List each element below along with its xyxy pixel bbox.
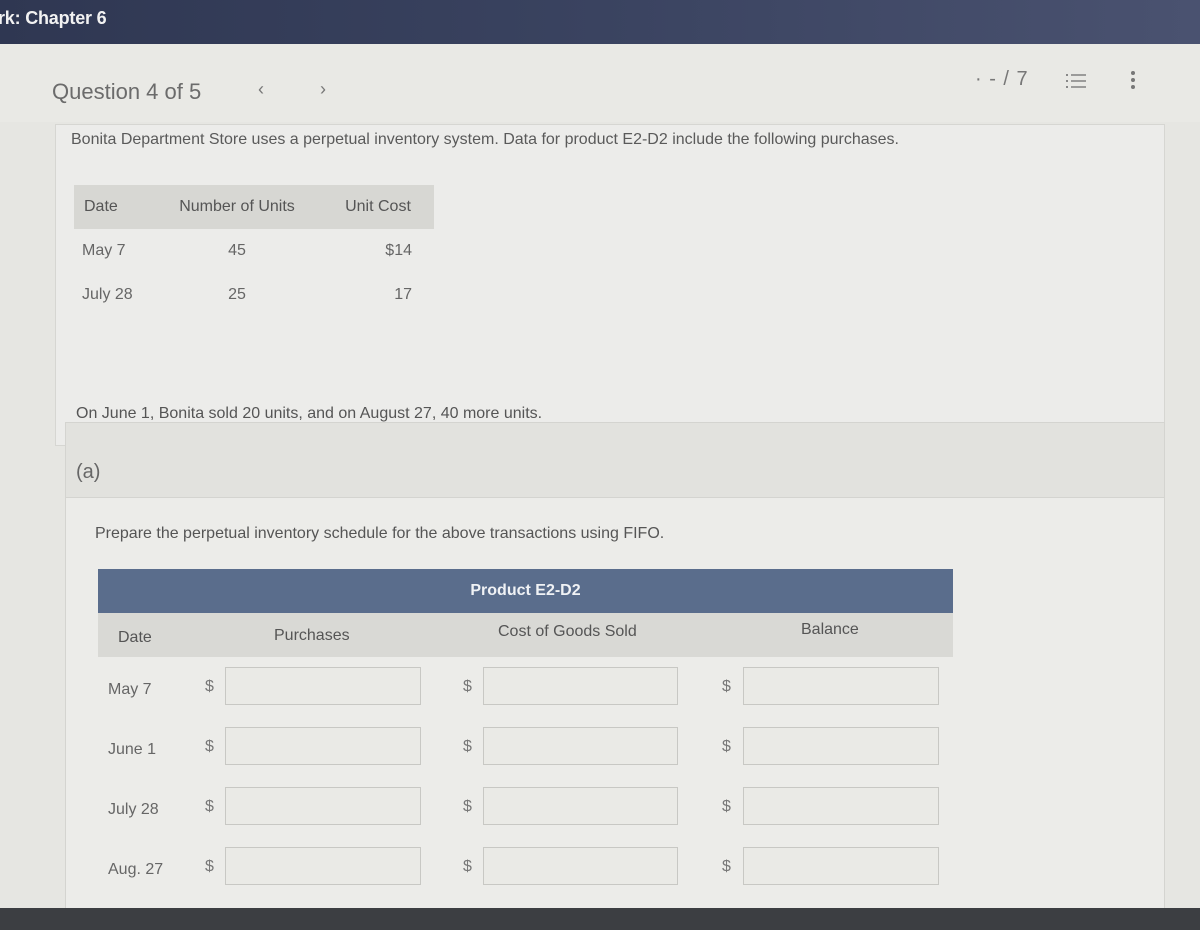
bottom-bar bbox=[0, 908, 1200, 930]
part-header: (a) bbox=[65, 422, 1165, 498]
purchases-input[interactable] bbox=[225, 787, 421, 825]
currency-symbol: $ bbox=[463, 858, 472, 875]
score-display: · - / 7 bbox=[975, 68, 1029, 90]
cogs-input[interactable] bbox=[483, 727, 678, 765]
header-unit-cost: Unit Cost bbox=[345, 198, 411, 215]
balance-input[interactable] bbox=[743, 727, 939, 765]
currency-symbol: $ bbox=[205, 798, 214, 815]
question-header: Question 4 of 5 ‹ › · - / 7 bbox=[0, 44, 1200, 122]
part-body: Prepare the perpetual inventory schedule… bbox=[65, 498, 1165, 930]
currency-symbol: $ bbox=[722, 858, 731, 875]
purchases-table-header: Date Number of Units Unit Cost bbox=[74, 185, 434, 229]
purchases-input[interactable] bbox=[225, 847, 421, 885]
schedule-row: Aug. 27 $ $ $ bbox=[98, 841, 953, 901]
chevron-right-icon: › bbox=[320, 79, 326, 99]
problem-intro: Bonita Department Store uses a perpetual… bbox=[71, 131, 899, 148]
header-date: Date bbox=[84, 198, 118, 215]
row-date: June 1 bbox=[108, 741, 157, 758]
purchases-input[interactable] bbox=[225, 727, 421, 765]
currency-symbol: $ bbox=[463, 798, 472, 815]
assignment-title: rk: Chapter 6 bbox=[0, 8, 107, 28]
col-date: Date bbox=[118, 629, 152, 646]
more-vertical-icon[interactable] bbox=[1128, 68, 1138, 94]
currency-symbol: $ bbox=[463, 678, 472, 695]
row-date: July 28 bbox=[82, 286, 133, 303]
cogs-input[interactable] bbox=[483, 847, 678, 885]
col-purchases: Purchases bbox=[274, 627, 350, 644]
inventory-schedule: Product E2-D2 Date Purchases Cost of Goo… bbox=[98, 569, 953, 901]
row-date: May 7 bbox=[108, 681, 152, 698]
sales-text: On June 1, Bonita sold 20 units, and on … bbox=[76, 405, 543, 422]
next-question-button[interactable]: › bbox=[320, 79, 326, 100]
question-counter: Question 4 of 5 bbox=[52, 79, 202, 104]
currency-symbol: $ bbox=[463, 738, 472, 755]
table-row: July 28 25 17 bbox=[74, 273, 434, 317]
row-date: May 7 bbox=[82, 242, 126, 259]
currency-symbol: $ bbox=[722, 798, 731, 815]
currency-symbol: $ bbox=[722, 678, 731, 695]
row-units: 45 bbox=[228, 242, 246, 259]
numbered-list-icon[interactable] bbox=[1066, 72, 1086, 90]
row-cost: $14 bbox=[385, 242, 412, 259]
row-units: 25 bbox=[228, 286, 246, 303]
currency-symbol: $ bbox=[722, 738, 731, 755]
balance-input[interactable] bbox=[743, 667, 939, 705]
row-date: July 28 bbox=[108, 801, 159, 818]
question-page: Question 4 of 5 ‹ › · - / 7 Bonita Depar… bbox=[0, 44, 1200, 930]
purchases-table: Date Number of Units Unit Cost May 7 45 … bbox=[74, 185, 434, 317]
table-row: May 7 45 $14 bbox=[74, 229, 434, 273]
header-units: Number of Units bbox=[179, 198, 295, 215]
part-label: (a) bbox=[76, 461, 101, 483]
problem-card: Bonita Department Store uses a perpetual… bbox=[55, 124, 1165, 446]
previous-question-button[interactable]: ‹ bbox=[258, 79, 264, 100]
col-balance: Balance bbox=[801, 621, 859, 638]
balance-input[interactable] bbox=[743, 847, 939, 885]
cogs-input[interactable] bbox=[483, 667, 678, 705]
currency-symbol: $ bbox=[205, 738, 214, 755]
chevron-left-icon: ‹ bbox=[258, 79, 264, 99]
cogs-input[interactable] bbox=[483, 787, 678, 825]
row-cost: 17 bbox=[394, 286, 412, 303]
col-cogs: Cost of Goods Sold bbox=[498, 623, 637, 640]
part-instruction: Prepare the perpetual inventory schedule… bbox=[95, 525, 665, 542]
schedule-row: July 28 $ $ $ bbox=[98, 781, 953, 841]
balance-input[interactable] bbox=[743, 787, 939, 825]
currency-symbol: $ bbox=[205, 858, 214, 875]
purchases-input[interactable] bbox=[225, 667, 421, 705]
row-date: Aug. 27 bbox=[108, 861, 164, 878]
schedule-row: June 1 $ $ $ bbox=[98, 721, 953, 781]
schedule-column-headers: Date Purchases Cost of Goods Sold Balanc… bbox=[98, 613, 953, 657]
schedule-title: Product E2-D2 bbox=[98, 569, 953, 613]
currency-symbol: $ bbox=[205, 678, 214, 695]
schedule-row: May 7 $ $ $ bbox=[98, 661, 953, 721]
top-bar: rk: Chapter 6 bbox=[0, 0, 1200, 44]
